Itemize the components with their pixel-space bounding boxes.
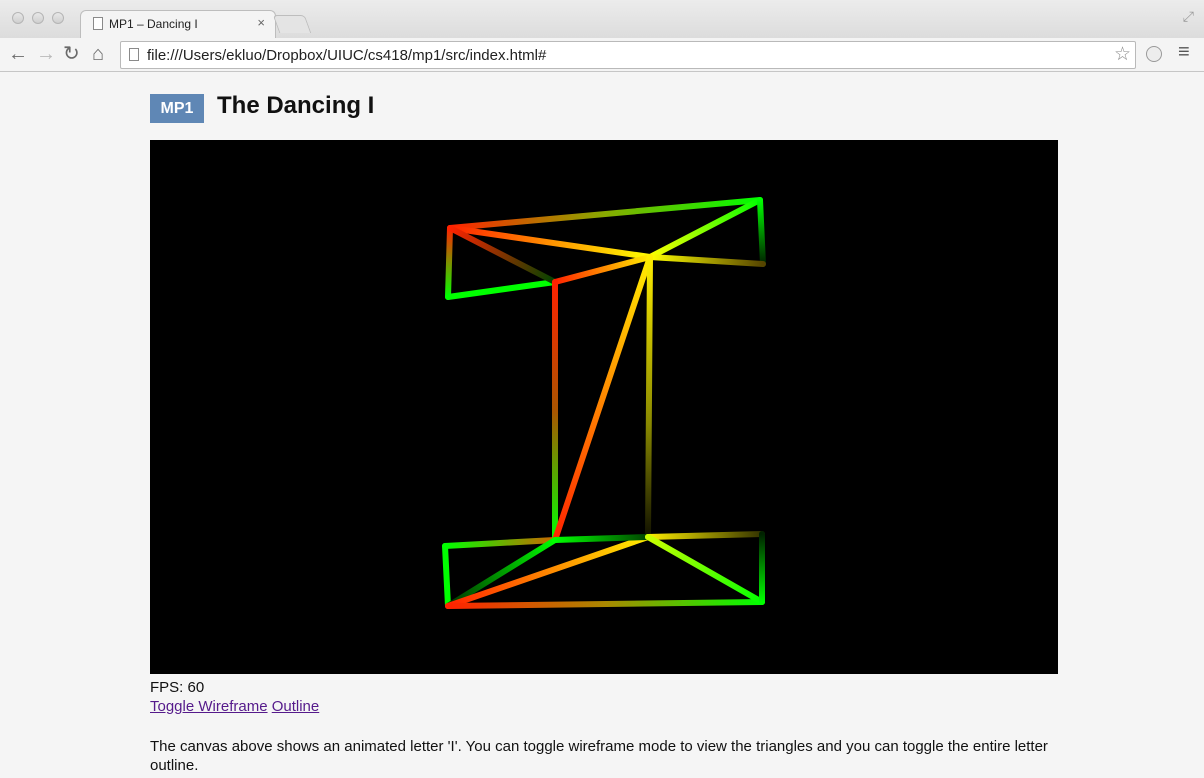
browser-titlebar: MP1 – Dancing I × ⤢ <box>0 0 1204 38</box>
description-text: The canvas above shows an animated lette… <box>150 738 1048 774</box>
back-button[interactable]: ← <box>8 42 28 66</box>
wire-edge <box>445 279 558 300</box>
wire-edge <box>442 537 558 549</box>
page-icon <box>129 48 139 61</box>
page-content: MP1 The Dancing I FPS: 60 Toggle Wirefra… <box>150 92 1058 774</box>
address-bar[interactable]: ☆ <box>120 41 1136 69</box>
wire-edge <box>645 254 653 540</box>
close-tab-icon[interactable]: × <box>257 15 265 30</box>
wire-edge <box>552 534 651 543</box>
browser-toolbar: ← → ↻ ⌂ ☆ ≡ <box>0 38 1204 72</box>
page-header: MP1 The Dancing I <box>150 92 1058 124</box>
fullscreen-icon[interactable]: ⤢ <box>1183 8 1194 25</box>
extension-icon[interactable] <box>1146 46 1162 62</box>
fps-counter: FPS: 60 <box>150 679 205 696</box>
toggle-links: Toggle Wireframe Outline <box>150 698 319 715</box>
star-icon[interactable]: ☆ <box>1114 43 1131 66</box>
zoom-window-button[interactable] <box>52 12 64 24</box>
wire-edge <box>757 197 766 267</box>
wire-edge <box>645 534 765 605</box>
webgl-canvas[interactable] <box>150 140 1058 674</box>
wire-edge <box>645 531 765 540</box>
new-tab-button[interactable] <box>272 15 312 33</box>
wire-edge <box>445 225 453 300</box>
browser-tab[interactable]: MP1 – Dancing I × <box>80 10 276 38</box>
wire-edge <box>442 543 451 609</box>
wire-edge <box>445 599 765 609</box>
forward-button[interactable]: → <box>36 42 56 66</box>
page-title: The Dancing I <box>217 92 375 119</box>
page-icon <box>93 17 103 30</box>
home-button[interactable]: ⌂ <box>92 42 104 66</box>
wire-edge <box>552 254 653 285</box>
mp-badge: MP1 <box>150 94 204 123</box>
hamburger-menu-icon[interactable]: ≡ <box>1178 41 1190 64</box>
close-window-button[interactable] <box>12 12 24 24</box>
wire-edge <box>647 254 766 267</box>
outline-link[interactable]: Outline <box>272 698 320 715</box>
url-input[interactable] <box>147 44 1097 66</box>
wire-edge <box>552 254 653 543</box>
tab-title: MP1 – Dancing I <box>109 17 198 31</box>
reload-button[interactable]: ↻ <box>63 42 80 66</box>
wireframe-letter-i <box>442 197 766 609</box>
minimize-window-button[interactable] <box>32 12 44 24</box>
toggle-wireframe-link[interactable]: Toggle Wireframe <box>150 698 268 715</box>
